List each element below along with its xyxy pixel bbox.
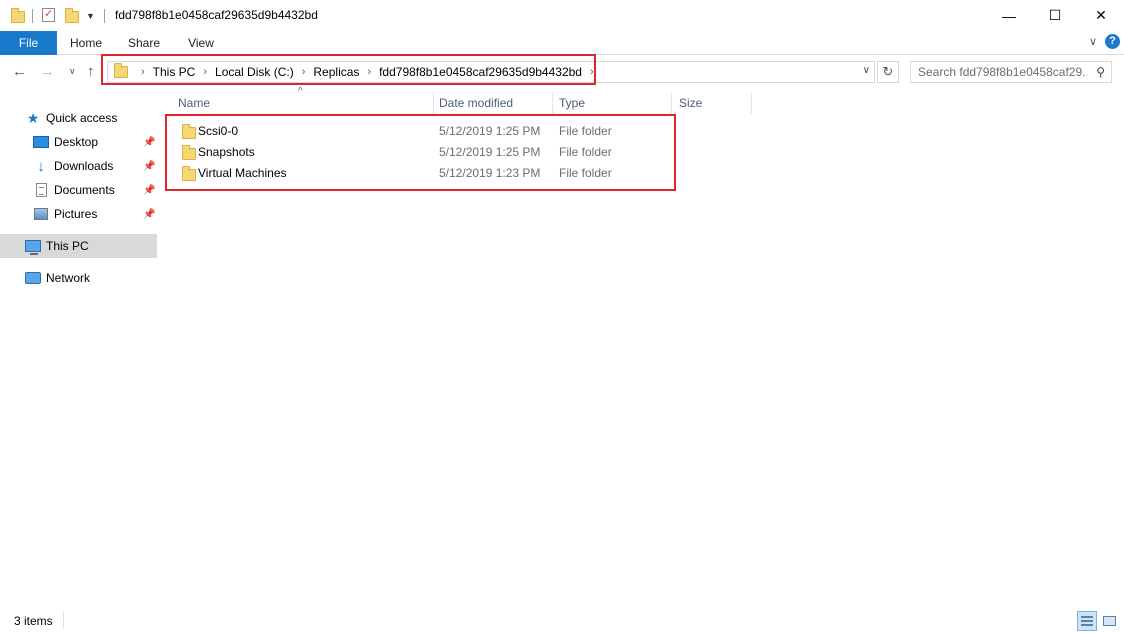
separator [104, 9, 105, 23]
sidebar-item-documents[interactable]: Documents 📌 [0, 178, 157, 202]
navigation-bar: ← → ∨ ↑ › This PC › Local Disk (C:) › Re… [0, 56, 1124, 90]
navigation-pane: ★ Quick access Desktop 📌 ↓ Downloads 📌 D… [0, 92, 158, 606]
documents-icon [35, 183, 47, 197]
refresh-icon: ↻ [882, 64, 894, 79]
column-header-name[interactable]: Name [172, 92, 434, 114]
address-bar[interactable]: › This PC › Local Disk (C:) › Replicas ›… [107, 61, 875, 83]
sidebar-item-label: Desktop [54, 135, 99, 149]
sidebar-item-this-pc[interactable]: This PC [0, 234, 157, 258]
sidebar-item-label: This PC [46, 239, 89, 253]
column-header-size[interactable]: Size [673, 92, 751, 114]
file-date-modified: 5/12/2019 1:25 PM [439, 145, 541, 159]
address-history-chevron-icon[interactable]: ∨ [863, 65, 870, 76]
back-arrow-icon[interactable]: ← [12, 63, 27, 80]
sidebar-item-quick-access[interactable]: ★ Quick access [0, 106, 157, 130]
details-view-button[interactable] [1077, 611, 1097, 631]
sidebar-item-network[interactable]: Network [0, 266, 157, 290]
file-type: File folder [559, 145, 612, 159]
help-icon[interactable]: ? [1105, 34, 1120, 49]
search-icon[interactable]: ⚲ [1096, 65, 1105, 79]
separator [32, 9, 33, 23]
folder-icon [114, 63, 128, 78]
chevron-right-icon[interactable]: › [203, 66, 207, 78]
file-list: ^ Name Date modified Type Size Scsi0-0 5… [160, 86, 1124, 606]
up-arrow-icon[interactable]: ↑ [87, 63, 95, 80]
desktop-icon [33, 136, 49, 148]
tab-share[interactable]: Share [118, 31, 170, 55]
table-row[interactable]: Virtual Machines 5/12/2019 1:23 PM File … [172, 163, 672, 184]
breadcrumb-current-folder[interactable]: fdd798f8b1e0458caf29635d9b4432bd [379, 65, 582, 79]
file-date-modified: 5/12/2019 1:23 PM [439, 166, 541, 180]
pictures-icon [34, 208, 48, 220]
forward-arrow-icon[interactable]: → [40, 63, 55, 80]
title-bar: ▼ fdd798f8b1e0458caf29635d9b4432bd — ☐ ✕ [0, 0, 1124, 31]
file-date-modified: 5/12/2019 1:25 PM [439, 124, 541, 138]
minimize-button[interactable]: — [986, 0, 1032, 31]
downloads-icon: ↓ [37, 157, 45, 175]
sidebar-item-downloads[interactable]: ↓ Downloads 📌 [0, 154, 157, 178]
computer-icon [25, 240, 41, 255]
recent-locations-chevron-icon[interactable]: ∨ [69, 66, 76, 77]
chevron-right-icon[interactable]: › [141, 66, 145, 78]
ribbon-tabs: File Home Share View ∨ ? [0, 31, 1124, 55]
maximize-button[interactable]: ☐ [1032, 0, 1078, 31]
chevron-right-icon[interactable]: › [367, 66, 371, 78]
sidebar-item-pictures[interactable]: Pictures 📌 [0, 202, 157, 226]
breadcrumb-replicas[interactable]: Replicas [313, 65, 359, 79]
large-icons-view-button[interactable] [1099, 611, 1119, 631]
new-folder-icon[interactable] [65, 8, 79, 23]
network-icon [25, 272, 41, 284]
file-name: Virtual Machines [198, 166, 287, 180]
folder-icon [182, 166, 196, 181]
folder-icon [11, 8, 25, 23]
sidebar-item-label: Pictures [54, 207, 98, 221]
tab-home[interactable]: Home [60, 31, 112, 55]
status-divider [63, 612, 64, 628]
column-divider[interactable] [751, 92, 752, 114]
sidebar-item-label: Documents [54, 183, 115, 197]
column-header-date-modified[interactable]: Date modified [433, 92, 553, 114]
folder-icon [182, 124, 196, 139]
table-row[interactable]: Snapshots 5/12/2019 1:25 PM File folder [172, 142, 672, 163]
status-bar: 3 items [0, 608, 1124, 633]
search-box[interactable]: ⚲ [910, 61, 1112, 83]
breadcrumb-this-pc[interactable]: This PC [153, 65, 196, 79]
chevron-right-icon[interactable]: › [590, 66, 594, 78]
breadcrumb-local-disk[interactable]: Local Disk (C:) [215, 65, 294, 79]
sidebar-item-label: Quick access [46, 111, 118, 125]
expand-ribbon-chevron-icon[interactable]: ∨ [1089, 35, 1097, 48]
pin-icon[interactable]: 📌 [143, 161, 155, 172]
column-divider[interactable] [671, 92, 672, 114]
file-name: Scsi0-0 [198, 124, 239, 138]
pin-icon[interactable]: 📌 [143, 209, 155, 220]
column-header-type[interactable]: Type [553, 92, 671, 114]
sidebar-item-label: Downloads [54, 159, 114, 173]
details-view-icon [1081, 616, 1093, 626]
properties-icon[interactable] [42, 7, 55, 22]
chevron-right-icon[interactable]: › [302, 66, 306, 78]
large-icons-view-icon [1103, 616, 1116, 626]
tab-view[interactable]: View [176, 31, 226, 55]
search-input[interactable] [911, 62, 1087, 82]
breadcrumb: › This PC › Local Disk (C:) › Replicas ›… [133, 62, 602, 82]
window-title: fdd798f8b1e0458caf29635d9b4432bd [115, 8, 318, 22]
customize-toolbar-chevron-icon[interactable]: ▼ [86, 11, 95, 21]
close-button[interactable]: ✕ [1078, 0, 1124, 31]
item-count: 3 items [14, 614, 53, 628]
file-name: Snapshots [198, 145, 255, 159]
folder-icon [182, 145, 196, 160]
tab-file[interactable]: File [0, 31, 57, 55]
file-type: File folder [559, 124, 612, 138]
sidebar-item-label: Network [46, 271, 91, 285]
file-type: File folder [559, 166, 612, 180]
refresh-button[interactable]: ↻ [877, 61, 899, 83]
star-icon: ★ [26, 109, 40, 126]
sidebar-item-desktop[interactable]: Desktop 📌 [0, 130, 157, 154]
table-row[interactable]: Scsi0-0 5/12/2019 1:25 PM File folder [172, 121, 672, 142]
pin-icon[interactable]: 📌 [143, 185, 155, 196]
pin-icon[interactable]: 📌 [143, 137, 155, 148]
